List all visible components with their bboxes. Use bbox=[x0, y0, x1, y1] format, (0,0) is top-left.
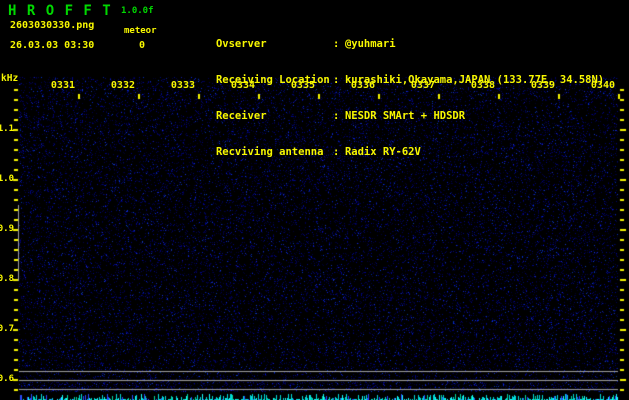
observation-datetime: 26.03.03 03:30 bbox=[10, 40, 95, 51]
y-axis-unit-label: kHz bbox=[1, 73, 19, 84]
info-value: NESDR SMArt + HDSDR bbox=[344, 110, 466, 122]
mode-label: meteor bbox=[124, 26, 157, 36]
info-colon: : bbox=[332, 146, 340, 158]
freq-tick-label: 0.8 bbox=[0, 274, 14, 284]
time-tick-label: 0334 bbox=[230, 80, 255, 91]
time-tick-label: 0338 bbox=[470, 80, 495, 91]
info-row-receiver: Receiver: NESDR SMArt + HDSDR bbox=[178, 98, 604, 122]
freq-tick-label: 1.1 bbox=[0, 124, 14, 134]
freq-tick-label: 1.0 bbox=[0, 174, 14, 184]
info-colon: : bbox=[332, 74, 340, 86]
freq-tick-label: 0.9 bbox=[0, 224, 14, 234]
info-value: Radix RY-62V bbox=[344, 146, 421, 158]
app-title: H R O F F T bbox=[8, 3, 112, 19]
time-tick-label: 0337 bbox=[410, 80, 435, 91]
info-row-location: Receiving Location: kurashiki,Okayama,JAP… bbox=[178, 62, 604, 86]
time-tick-label: 0340 bbox=[590, 80, 615, 91]
info-colon: : bbox=[332, 38, 340, 50]
info-value: @yuhmari bbox=[344, 38, 396, 50]
time-tick-label: 0332 bbox=[110, 80, 135, 91]
info-label: Ovserver bbox=[215, 38, 267, 50]
time-tick-label: 0331 bbox=[50, 80, 75, 91]
info-colon: : bbox=[332, 110, 340, 122]
time-tick-label: 0335 bbox=[290, 80, 315, 91]
freq-tick-label: 0.7 bbox=[0, 324, 14, 334]
output-filename: 2603030330.png bbox=[10, 20, 95, 31]
time-tick-label: 0336 bbox=[350, 80, 375, 91]
info-row-observer: Ovserver: @yuhmari bbox=[178, 26, 604, 50]
time-tick-label: 0339 bbox=[530, 80, 555, 91]
hrofft-window: H R O F F T 1.0.0f 2603030330.png meteor… bbox=[0, 0, 629, 400]
meteor-count: 0 bbox=[139, 40, 146, 51]
info-label: Receiver bbox=[215, 110, 267, 122]
info-label: Recviving antenna bbox=[215, 146, 324, 158]
app-version: 1.0.0f bbox=[121, 6, 154, 16]
time-tick-label: 0333 bbox=[170, 80, 195, 91]
freq-tick-label: 0.6 bbox=[0, 374, 14, 384]
info-row-antenna: Recviving antenna: Radix RY-62V bbox=[178, 134, 604, 158]
